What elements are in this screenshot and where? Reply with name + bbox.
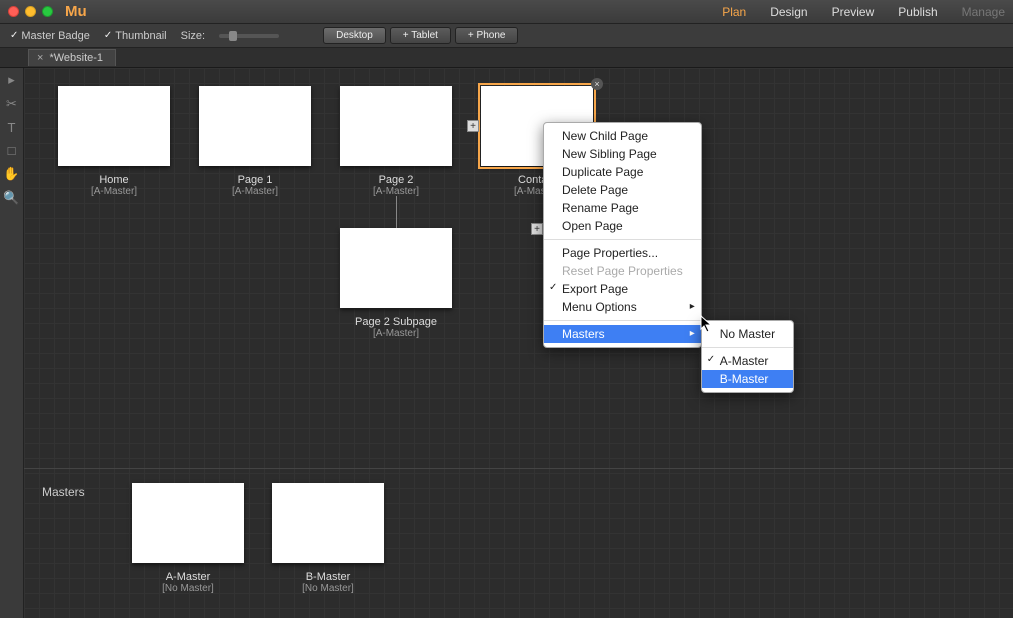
master-thumb-b[interactable]: B-Master [No Master] bbox=[272, 483, 384, 594]
ctx-masters[interactable]: Masters ▸ No Master ✓ A-Master B-Master bbox=[544, 325, 701, 343]
tablet-button[interactable]: + Tablet bbox=[390, 27, 451, 44]
ctx-rename[interactable]: Rename Page bbox=[544, 199, 701, 217]
ctx-new-sibling[interactable]: New Sibling Page bbox=[544, 145, 701, 163]
masters-submenu: No Master ✓ A-Master B-Master bbox=[701, 320, 794, 393]
master-badge-label: Master Badge bbox=[21, 30, 89, 42]
check-icon: ✓ bbox=[104, 30, 112, 41]
master-label: B-Master bbox=[272, 571, 384, 583]
thumbnail-toggle[interactable]: ✓ Thumbnail bbox=[104, 30, 167, 42]
mode-publish[interactable]: Publish bbox=[898, 5, 937, 19]
desktop-button[interactable]: Desktop bbox=[323, 27, 386, 44]
mode-design[interactable]: Design bbox=[770, 5, 807, 19]
zoom-window-button[interactable] bbox=[42, 6, 53, 17]
thumbnail[interactable] bbox=[340, 86, 452, 166]
plan-canvas[interactable]: Home [A-Master] Page 1 [A-Master] Page 2… bbox=[24, 68, 1013, 618]
menu-separator bbox=[544, 239, 701, 240]
document-tab-title: *Website-1 bbox=[49, 52, 103, 64]
page-thumb-subpage[interactable]: Page 2 Subpage [A-Master] bbox=[340, 228, 452, 339]
page-thumb-page1[interactable]: Page 1 [A-Master] bbox=[199, 86, 311, 197]
crop-tool-icon[interactable]: ✂ bbox=[6, 96, 17, 112]
masters-b[interactable]: B-Master bbox=[702, 370, 793, 388]
page-context-menu: New Child Page New Sibling Page Duplicat… bbox=[543, 122, 702, 348]
masters-a-label: A-Master bbox=[720, 354, 769, 368]
masters-title: Masters bbox=[42, 485, 85, 499]
thumbnail[interactable] bbox=[58, 86, 170, 166]
master-badge-toggle[interactable]: ✓ Master Badge bbox=[10, 30, 90, 42]
ctx-properties[interactable]: Page Properties... bbox=[544, 244, 701, 262]
connector-line bbox=[396, 196, 397, 228]
thumbnail[interactable] bbox=[340, 228, 452, 308]
title-bar: Mu Plan Design Preview Publish Manage bbox=[0, 0, 1013, 24]
masters-b-label: B-Master bbox=[720, 372, 769, 386]
menu-separator bbox=[544, 320, 701, 321]
thumbnail[interactable] bbox=[132, 483, 244, 563]
zoom-tool-icon[interactable]: 🔍 bbox=[3, 190, 19, 206]
app-name: Mu bbox=[65, 3, 87, 20]
thumbnail[interactable] bbox=[272, 483, 384, 563]
document-tab[interactable]: × *Website-1 bbox=[28, 49, 116, 66]
size-slider-knob[interactable] bbox=[229, 31, 237, 41]
check-icon: ✓ bbox=[10, 30, 18, 41]
ctx-export[interactable]: ✓ Export Page bbox=[544, 280, 701, 298]
submenu-arrow-icon: ▸ bbox=[690, 328, 695, 339]
ctx-open[interactable]: Open Page bbox=[544, 217, 701, 235]
mode-manage: Manage bbox=[962, 5, 1005, 19]
page-label: Page 1 bbox=[199, 174, 311, 186]
window-controls bbox=[8, 6, 53, 17]
ctx-new-child[interactable]: New Child Page bbox=[544, 127, 701, 145]
document-tab-bar: × *Website-1 bbox=[0, 48, 1013, 68]
page-master: [A-Master] bbox=[199, 186, 311, 197]
ctx-delete[interactable]: Delete Page bbox=[544, 181, 701, 199]
ctx-masters-label: Masters bbox=[562, 327, 605, 341]
submenu-arrow-icon: ▸ bbox=[690, 301, 695, 312]
ctx-menu-options-label: Menu Options bbox=[562, 300, 637, 314]
hand-tool-icon[interactable]: ✋ bbox=[3, 166, 19, 182]
page-thumb-home[interactable]: Home [A-Master] bbox=[58, 86, 170, 197]
page-thumb-page2[interactable]: Page 2 [A-Master] bbox=[340, 86, 452, 197]
add-child-icon[interactable]: + bbox=[531, 223, 543, 235]
mode-preview[interactable]: Preview bbox=[832, 5, 875, 19]
text-tool-icon[interactable]: T bbox=[8, 120, 16, 135]
masters-none[interactable]: No Master bbox=[702, 325, 793, 343]
mode-tabs: Plan Design Preview Publish Manage bbox=[722, 5, 1005, 19]
master-master: [No Master] bbox=[272, 583, 384, 594]
mode-plan[interactable]: Plan bbox=[722, 5, 746, 19]
page-master: [A-Master] bbox=[58, 186, 170, 197]
ctx-export-label: Export Page bbox=[562, 282, 628, 296]
device-buttons: Desktop + Tablet + Phone bbox=[323, 27, 518, 44]
page-label: Home bbox=[58, 174, 170, 186]
phone-button[interactable]: + Phone bbox=[455, 27, 519, 44]
minimize-window-button[interactable] bbox=[25, 6, 36, 17]
masters-panel: Masters A-Master [No Master] B-Master [N… bbox=[24, 468, 1013, 608]
options-bar: ✓ Master Badge ✓ Thumbnail Size: Desktop… bbox=[0, 24, 1013, 48]
ctx-reset-properties: Reset Page Properties bbox=[544, 262, 701, 280]
master-thumb-a[interactable]: A-Master [No Master] bbox=[132, 483, 244, 594]
selection-tool-icon[interactable]: ▸ bbox=[8, 72, 15, 88]
master-label: A-Master bbox=[132, 571, 244, 583]
check-icon: ✓ bbox=[549, 282, 557, 293]
delete-page-icon[interactable]: × bbox=[591, 78, 603, 90]
check-icon: ✓ bbox=[707, 354, 715, 365]
master-master: [No Master] bbox=[132, 583, 244, 594]
ctx-menu-options[interactable]: Menu Options ▸ bbox=[544, 298, 701, 316]
tool-strip: ▸ ✂ T □ ✋ 🔍 bbox=[0, 68, 24, 618]
thumbnail[interactable] bbox=[199, 86, 311, 166]
page-label: Page 2 bbox=[340, 174, 452, 186]
page-master: [A-Master] bbox=[340, 328, 452, 339]
close-window-button[interactable] bbox=[8, 6, 19, 17]
size-slider[interactable] bbox=[219, 34, 279, 38]
menu-separator bbox=[702, 347, 793, 348]
ctx-duplicate[interactable]: Duplicate Page bbox=[544, 163, 701, 181]
close-tab-icon[interactable]: × bbox=[37, 52, 43, 64]
add-sibling-left-icon[interactable]: + bbox=[467, 120, 479, 132]
masters-a[interactable]: ✓ A-Master bbox=[702, 352, 793, 370]
page-label: Page 2 Subpage bbox=[340, 316, 452, 328]
thumbnail-label: Thumbnail bbox=[115, 30, 166, 42]
rectangle-tool-icon[interactable]: □ bbox=[8, 143, 16, 158]
size-label: Size: bbox=[181, 30, 205, 42]
